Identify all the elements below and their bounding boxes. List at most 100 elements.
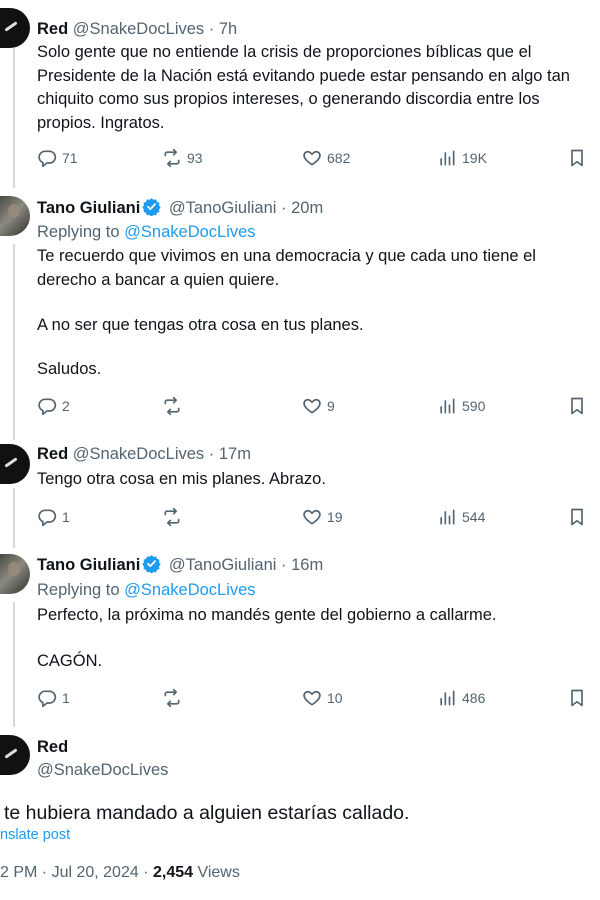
reply-icon — [38, 150, 57, 168]
views-count: 590 — [462, 398, 486, 414]
user-handle[interactable]: @SnakeDocLives — [37, 761, 168, 779]
like-button[interactable]: 10 — [302, 687, 343, 709]
repost-button[interactable] — [162, 395, 187, 417]
tweet-paragraph: Te recuerdo que vivimos en una democraci… — [37, 247, 536, 289]
timestamp[interactable]: 16m — [291, 556, 323, 574]
views-icon — [440, 509, 455, 525]
replying-to-label: Replying to — [37, 581, 120, 599]
like-button[interactable]: 9 — [302, 395, 335, 417]
timestamp[interactable]: 20m — [291, 199, 323, 217]
views-button[interactable]: 19K — [437, 147, 487, 169]
views-button[interactable]: 486 — [437, 687, 485, 709]
like-button[interactable]: 19 — [302, 506, 343, 528]
reply-count: 2 — [62, 398, 70, 414]
repost-button[interactable] — [162, 687, 187, 709]
repost-icon — [164, 507, 180, 527]
tweet-actions: 1 19 544 — [37, 506, 592, 528]
bookmark-icon — [571, 508, 583, 526]
bookmark-button[interactable] — [567, 395, 587, 417]
tweet-paragraph: Solo gente que no entiende la crisis de … — [37, 43, 570, 132]
repost-button[interactable]: 93 — [162, 147, 203, 169]
bookmark-icon — [571, 397, 583, 415]
tweet-actions: 1 10 486 — [37, 687, 592, 709]
bookmark-button[interactable] — [567, 687, 587, 709]
reply-button[interactable]: 2 — [37, 395, 70, 417]
user-handle[interactable]: @SnakeDocLives — [73, 445, 204, 463]
thread-line — [13, 602, 15, 727]
avatar[interactable] — [0, 444, 30, 484]
repost-count: 93 — [187, 150, 203, 166]
post-timestamp[interactable]: 2 PM · Jul 20, 2024 · — [0, 864, 153, 881]
repost-button[interactable] — [162, 506, 187, 528]
like-count: 682 — [327, 150, 351, 166]
timestamp[interactable]: 17m — [219, 445, 251, 463]
tweet-text: Perfecto, la próxima no mandés gente del… — [37, 604, 592, 673]
views-total: 2,454 — [152, 864, 194, 881]
display-name[interactable]: Red — [37, 445, 68, 463]
tweet-paragraph: A no ser que tengas otra cosa en tus pla… — [37, 316, 364, 334]
main-post-header: Red — [37, 736, 68, 758]
user-handle[interactable]: @TanoGiuliani — [169, 556, 277, 574]
tweet-header: Red @SnakeDocLives · 7h — [37, 20, 238, 38]
repost-icon — [164, 396, 180, 416]
avatar[interactable] — [0, 735, 30, 775]
avatar[interactable] — [0, 554, 30, 594]
display-name[interactable]: Red — [37, 20, 68, 38]
views-count: 486 — [462, 690, 486, 706]
avatar[interactable] — [0, 8, 30, 48]
post-meta: 2 PM · Jul 20, 2024 · 2,454 Views — [0, 864, 240, 882]
tweet-header: Red @SnakeDocLives · 17m — [37, 445, 251, 463]
user-handle[interactable]: @SnakeDocLives — [73, 20, 204, 38]
user-handle[interactable]: @TanoGiuliani — [169, 199, 277, 217]
repost-icon — [164, 148, 180, 168]
verified-badge-icon — [142, 198, 161, 216]
tweet-actions: 71 93 682 19K — [37, 147, 592, 169]
reply-count: 71 — [62, 150, 78, 166]
tweet-paragraph: Saludos. — [37, 359, 102, 378]
timestamp[interactable]: 7h — [219, 20, 237, 38]
display-name[interactable]: Tano Giuliani — [37, 199, 140, 217]
avatar[interactable] — [0, 196, 30, 236]
reply-button[interactable]: 1 — [37, 506, 70, 528]
display-name[interactable]: Tano Giuliani — [37, 556, 140, 574]
thread-line — [13, 244, 15, 440]
reply-button[interactable]: 71 — [37, 147, 78, 169]
tweet-paragraph: Perfecto, la próxima no mandés gente del… — [37, 606, 497, 624]
like-count: 9 — [327, 398, 335, 414]
views-button[interactable]: 590 — [437, 395, 485, 417]
heart-icon — [303, 509, 321, 525]
reply-icon — [38, 509, 57, 527]
heart-icon — [303, 690, 321, 706]
main-post-text: te hubiera mandado a alguien estarías ca… — [4, 802, 410, 824]
reply-count: 1 — [62, 690, 70, 706]
display-name[interactable]: Red — [37, 738, 68, 756]
bookmark-button[interactable] — [567, 147, 587, 169]
reply-icon — [38, 690, 57, 708]
tweet-text: Te recuerdo que vivimos en una democraci… — [37, 245, 592, 381]
thread-line — [13, 488, 15, 548]
heart-icon — [303, 398, 321, 414]
main-post-handle-row: @SnakeDocLives — [37, 759, 168, 781]
tweet-text: Tengo otra cosa en mis planes. Abrazo. — [37, 468, 592, 492]
heart-icon — [303, 150, 321, 166]
verified-badge-icon — [142, 555, 161, 573]
tweet-header: Tano Giuliani @TanoGiuliani · 16m — [37, 555, 324, 574]
like-count: 19 — [327, 509, 343, 525]
replying-to: Replying to @SnakeDocLives — [37, 221, 256, 243]
tweet-paragraph: Tengo otra cosa en mis planes. Abrazo. — [37, 470, 326, 488]
like-button[interactable]: 682 — [302, 147, 350, 169]
like-count: 10 — [327, 690, 343, 706]
bookmark-icon — [571, 149, 583, 167]
reply-button[interactable]: 1 — [37, 687, 70, 709]
translate-post-link[interactable]: nslate post — [0, 827, 70, 843]
replying-to-link[interactable]: @SnakeDocLives — [124, 223, 255, 241]
views-button[interactable]: 544 — [437, 506, 485, 528]
bookmark-button[interactable] — [567, 506, 587, 528]
repost-icon — [164, 688, 180, 708]
views-icon — [440, 150, 455, 166]
bookmark-icon — [571, 689, 583, 707]
replying-to-link[interactable]: @SnakeDocLives — [124, 581, 255, 599]
replying-to: Replying to @SnakeDocLives — [37, 579, 256, 601]
views-label: Views — [193, 864, 240, 881]
tweet-text: Solo gente que no entiende la crisis de … — [37, 41, 592, 135]
